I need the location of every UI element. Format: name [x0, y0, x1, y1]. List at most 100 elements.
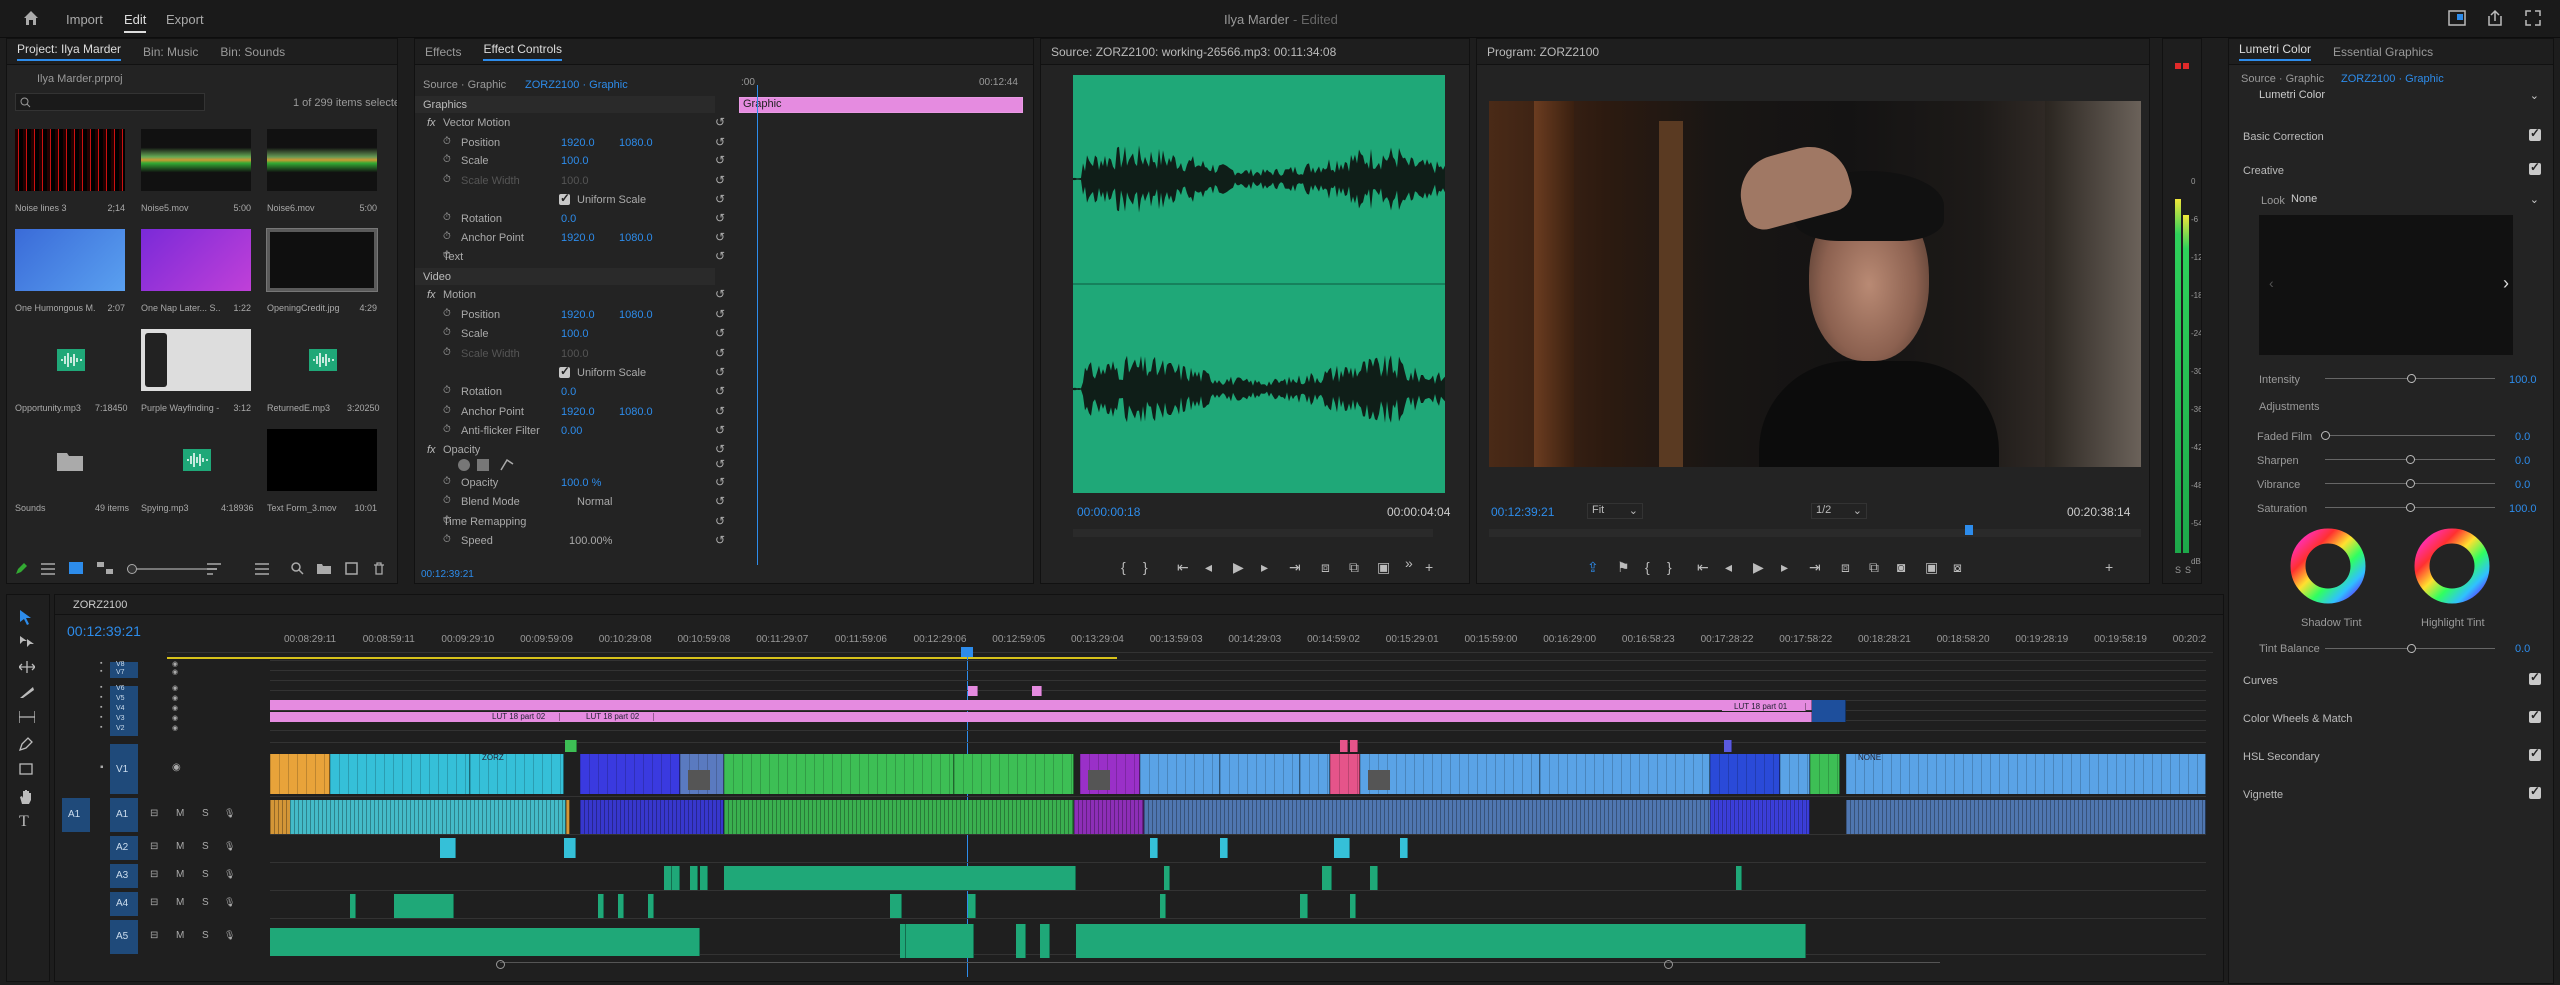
reset-icon[interactable]: ↺ — [715, 442, 725, 456]
stopwatch-icon[interactable]: ⏱ — [443, 308, 451, 319]
audio-clip[interactable] — [1040, 924, 1050, 958]
add-marker-button[interactable]: ⚑ — [1617, 559, 1630, 576]
reset-icon[interactable]: ↺ — [715, 404, 725, 418]
uniform-scale-checkbox[interactable] — [559, 191, 570, 205]
audio-clip[interactable] — [648, 894, 654, 918]
project-item-thumbnail[interactable] — [141, 429, 251, 491]
microphone-icon[interactable]: 🎙 — [224, 930, 235, 941]
microphone-icon[interactable]: 🎙 — [224, 869, 235, 880]
audio-clip[interactable] — [1220, 838, 1228, 858]
adjust-slider[interactable] — [2325, 479, 2495, 488]
nav-edit[interactable]: Edit — [124, 12, 147, 33]
reset-icon[interactable]: ↺ — [715, 423, 725, 437]
meter-solo-l[interactable]: S — [2175, 565, 2181, 575]
mute-button[interactable]: M — [176, 869, 184, 880]
lock-icon[interactable]: ▪ — [100, 694, 102, 701]
stopwatch-icon[interactable]: ⏱ — [443, 405, 451, 416]
eye-icon[interactable]: ◉ — [172, 668, 178, 676]
basic-correction-label[interactable]: Basic Correction — [2243, 131, 2324, 143]
solo-button[interactable]: S — [202, 930, 209, 941]
eye-icon[interactable]: ◉ — [172, 762, 181, 773]
tab-project[interactable]: Project: Ilya Marder — [17, 42, 122, 61]
audio-clip[interactable] — [1350, 894, 1356, 918]
video-clip[interactable] — [1780, 754, 1810, 794]
track-output-icon[interactable]: ⊟ — [150, 897, 158, 908]
reset-icon[interactable]: ↺ — [715, 494, 725, 508]
adjust-slider[interactable] — [2325, 455, 2495, 464]
lumetri-section-label[interactable]: Curves — [2243, 675, 2278, 687]
microphone-icon[interactable]: 🎙 — [224, 897, 235, 908]
video-clip[interactable] — [954, 754, 1074, 794]
stopwatch-icon[interactable]: ⏱ — [443, 424, 451, 435]
audio-clip[interactable] — [664, 866, 672, 890]
new-item-icon[interactable] — [345, 562, 358, 575]
effect-value[interactable]: 100.0 — [561, 348, 589, 360]
graphic-clip[interactable] — [1032, 686, 1042, 696]
lock-icon[interactable]: ▪ — [100, 668, 102, 675]
lock-icon[interactable]: ▪ — [100, 684, 102, 691]
program-play-button[interactable]: ▶ — [1753, 559, 1764, 576]
source-patch-a1[interactable]: A1 — [62, 798, 90, 832]
automate-icon[interactable] — [255, 563, 269, 575]
effect-value[interactable]: 1080.0 — [619, 309, 653, 321]
meter-solo-r[interactable]: S — [2185, 565, 2191, 575]
program-mark-in-button[interactable]: { — [1645, 559, 1650, 575]
video-clip[interactable] — [724, 754, 954, 794]
video-track-target[interactable]: V2 — [110, 725, 138, 736]
audio-track-target[interactable]: A2 — [110, 836, 138, 860]
mute-button[interactable]: M — [176, 897, 184, 908]
stopwatch-icon[interactable]: ⏱ — [443, 515, 451, 526]
timeline-horizontal-scrollbar[interactable] — [270, 960, 2206, 969]
rectangle-tool-icon[interactable] — [19, 763, 33, 775]
compare-button[interactable]: ▣ — [1925, 559, 1938, 576]
look-select[interactable]: None ⌄ — [2291, 193, 2543, 207]
video-clip[interactable] — [1220, 754, 1300, 794]
adjustment-clip[interactable] — [1812, 700, 1846, 722]
graphic-clip[interactable] — [968, 686, 978, 696]
audio-clip[interactable] — [1074, 800, 1144, 834]
stopwatch-icon[interactable]: ⏱ — [443, 231, 451, 242]
lumetri-clip[interactable]: ZORZ2100 · Graphic — [2341, 73, 2444, 85]
selection-tool-icon[interactable] — [19, 609, 33, 625]
lumetri-section-checkbox[interactable] — [2529, 670, 2541, 685]
stopwatch-icon[interactable]: ⏱ — [443, 347, 451, 358]
slip-tool-icon[interactable] — [19, 711, 35, 723]
video-clip[interactable] — [1330, 754, 1360, 794]
audio-clip[interactable] — [1370, 866, 1378, 890]
tint-balance-slider[interactable] — [2325, 644, 2495, 653]
resolution-select[interactable]: 1/2 ⌄ — [1811, 503, 1867, 519]
track-output-icon[interactable]: ⊟ — [150, 869, 158, 880]
program-step-forward-button[interactable]: ▸ — [1781, 559, 1788, 576]
lock-icon[interactable]: ▪ — [100, 704, 102, 711]
audio-clip[interactable] — [394, 894, 454, 918]
track-select-tool-icon[interactable] — [19, 635, 35, 649]
insert-button[interactable]: ⧈ — [1321, 559, 1330, 576]
eye-icon[interactable]: ◉ — [172, 704, 178, 712]
source-add-button[interactable]: + — [1425, 559, 1433, 575]
vr-button[interactable]: ⧇ — [1953, 559, 1962, 576]
workspace-icon[interactable] — [2448, 10, 2466, 26]
pencil-icon[interactable] — [15, 563, 27, 575]
fx-icon[interactable]: fx — [427, 117, 436, 129]
effect-value[interactable]: 100.0 — [561, 175, 589, 187]
lumetri-effect-select[interactable]: Lumetri Color ⌄ — [2259, 89, 2543, 105]
eye-icon[interactable]: ◉ — [172, 660, 178, 668]
fx-icon[interactable]: fx — [427, 289, 436, 301]
stopwatch-icon[interactable]: ⏱ — [443, 154, 451, 165]
program-go-out-button[interactable]: ⇥ — [1809, 559, 1821, 576]
audio-clip[interactable] — [724, 866, 1076, 890]
audio-clip[interactable] — [1160, 894, 1166, 918]
project-item-thumbnail[interactable] — [15, 329, 125, 391]
video-clip[interactable] — [1540, 754, 1710, 794]
video-clip[interactable] — [1724, 740, 1732, 752]
reset-icon[interactable]: ↺ — [715, 533, 725, 547]
track-output-icon[interactable]: ⊟ — [150, 808, 158, 819]
audio-clip[interactable] — [1710, 800, 1810, 834]
project-item-thumbnail[interactable] — [267, 129, 377, 191]
mask-shape-icons[interactable] — [457, 458, 527, 475]
hand-tool-icon[interactable] — [19, 789, 33, 805]
eye-icon[interactable]: ◉ — [172, 714, 178, 722]
track-output-icon[interactable]: ⊟ — [150, 841, 158, 852]
effect-value[interactable]: 1080.0 — [619, 137, 653, 149]
ripple-edit-tool-icon[interactable] — [19, 661, 35, 673]
